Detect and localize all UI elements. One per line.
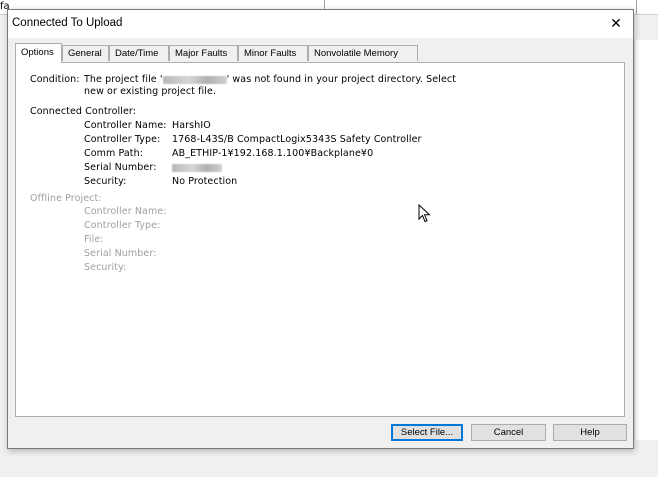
dialog-title: Connected To Upload [12,17,123,29]
background-right-panel [634,40,658,440]
background-divider [636,0,637,14]
offline-security-label: Security: [84,262,127,273]
offline-file-label: File: [84,234,104,245]
help-button[interactable]: Help [553,424,627,441]
tab-minor-faults[interactable]: Minor Faults [238,45,308,61]
redacted-serial-number [172,163,222,172]
connected-controller-header: Connected Controller: [30,106,137,117]
connected-security-label: Security: [84,176,127,187]
connected-security-value: No Protection [172,176,238,187]
condition-text-start: The project file ' [84,74,163,85]
options-panel: Condition: The project file ' ' was not f… [15,62,625,417]
mouse-pointer-icon [418,204,431,223]
offline-type-label: Controller Type: [84,220,161,231]
condition-text-line1: The project file ' ' was not found in you… [84,74,456,85]
tab-nonvolatile-memory[interactable]: Nonvolatile Memory [308,45,418,61]
tab-general[interactable]: General [62,45,109,61]
select-file-button[interactable]: Select File... [391,424,463,441]
tab-date-time[interactable]: Date/Time [109,45,169,61]
cancel-button[interactable]: Cancel [471,424,546,441]
connected-path-value: AB_ETHIP-1¥192.168.1.100¥Backplane¥0 [172,148,374,159]
condition-text-line2: new or existing project file. [84,86,217,97]
condition-label: Condition: [30,74,80,85]
offline-project-header: Offline Project: [30,193,102,204]
connected-serial-value [172,162,222,173]
connected-to-upload-dialog: Connected To Upload ✕ Options General Da… [7,9,634,449]
offline-serial-label: Serial Number: [84,248,157,259]
close-icon[interactable]: ✕ [605,14,627,34]
redacted-project-name [162,75,227,84]
offline-name-label: Controller Name: [84,206,167,217]
tab-options[interactable]: Options [15,43,62,63]
connected-name-value: HarshIO [172,120,211,131]
connected-name-label: Controller Name: [84,120,167,131]
tab-major-faults[interactable]: Major Faults [169,45,238,61]
connected-path-label: Comm Path: [84,148,144,159]
connected-type-label: Controller Type: [84,134,161,145]
condition-text-end: ' was not found in your project director… [226,74,457,85]
connected-type-value: 1768-L43S/B CompactLogix5343S Safety Con… [172,134,422,145]
connected-serial-label: Serial Number: [84,162,157,173]
dialog-titlebar[interactable]: Connected To Upload ✕ [8,10,633,38]
